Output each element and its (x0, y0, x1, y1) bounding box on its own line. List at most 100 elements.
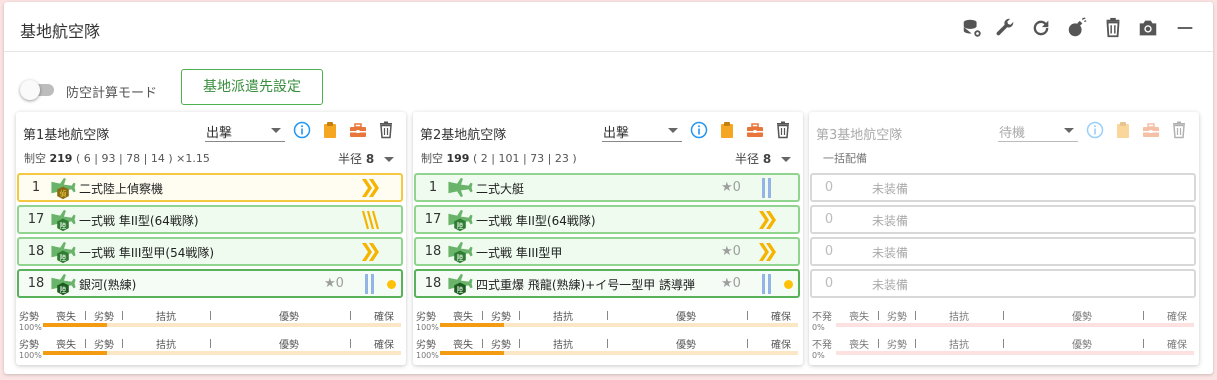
sortie-mode-select[interactable]: 出撃 (205, 120, 285, 142)
equipment-slot[interactable]: 0 未装備 (810, 269, 1196, 298)
equipment-slot[interactable]: 0 未装備 (810, 205, 1196, 234)
trash-icon[interactable] (1170, 121, 1188, 139)
dispatch-settings-button[interactable]: 基地派遣先設定 (181, 69, 323, 105)
slot-count[interactable]: 0 (816, 276, 842, 291)
divider (607, 311, 608, 320)
radius-select[interactable]: 半径 8 (338, 150, 395, 167)
sortie-mode-select[interactable]: 待機 (998, 120, 1078, 142)
slot-count[interactable]: 0 (816, 212, 842, 227)
proficiency-icon[interactable] (360, 177, 380, 199)
improvement-level[interactable]: ★0 (721, 244, 741, 259)
info-icon[interactable] (690, 121, 708, 139)
radius-select[interactable]: 半径 8 (735, 150, 792, 167)
slot-count[interactable]: 18 (23, 244, 49, 259)
sortie-mode-select[interactable]: 出撃 (602, 120, 682, 142)
toolbox-icon[interactable] (1142, 121, 1160, 139)
trash-icon[interactable] (774, 121, 792, 139)
equipment-slot[interactable]: 18 陸 銀河(熟練) ★0 (17, 269, 403, 298)
toolbox-icon[interactable] (349, 121, 367, 139)
divider (482, 311, 483, 320)
clipboard-icon[interactable] (321, 121, 339, 139)
air-base-card-1: 第1基地航空隊 出撃 制空 219 ( 6 | 93 | 78 | 14 ) ×1.… (16, 112, 406, 365)
air-state-track (43, 323, 401, 327)
improvement-level[interactable]: ★0 (324, 276, 344, 291)
proficiency-icon[interactable] (757, 241, 777, 263)
chevron-down-icon (1064, 128, 1074, 133)
air-state-label: 優勢 (279, 340, 299, 351)
air-base-card-3: 第3基地航空隊 待機 一括配備 0 未装備 0 未装備 0 未装備 0 未装備 不発 0% 喪失 劣勢 拮抗優… (809, 112, 1199, 365)
air-state-label: 確保 (771, 312, 791, 323)
bomb-icon[interactable] (1066, 17, 1088, 39)
air-state-label: 拮抗 (553, 312, 573, 323)
air-state-track (43, 351, 401, 355)
slot-count[interactable]: 0 (816, 244, 842, 259)
proficiency-icon[interactable] (360, 241, 380, 263)
divider (747, 339, 748, 348)
toolbox-icon[interactable] (746, 121, 764, 139)
bulk-equip-button[interactable]: 一括配備 (823, 150, 867, 166)
status-dot-icon (387, 280, 396, 289)
aa-mode-label: 防空計算モード (66, 86, 158, 101)
equipment-name[interactable]: 一式戦 隼III型甲(54戦隊) (79, 244, 214, 261)
equipment-slot[interactable]: 0 未装備 (810, 173, 1196, 202)
equipment-slot[interactable]: 18 陸 四式重爆 飛龍(熟練)+イ号一型甲 誘導弾 ★0 (414, 269, 800, 298)
equipment-name[interactable]: 一式戦 隼II型(64戦隊) (79, 212, 199, 229)
trash-icon[interactable] (1102, 17, 1124, 39)
divider (350, 339, 351, 348)
slot-count[interactable]: 17 (23, 212, 49, 227)
equipment-slot[interactable]: 17 陸 一式戦 隼II型(64戦隊) (17, 205, 403, 234)
equipment-slot[interactable]: 1 偵 二式陸上偵察機 (17, 173, 403, 202)
equipment-name[interactable]: 未装備 (872, 180, 908, 197)
proficiency-icon[interactable] (757, 273, 777, 295)
proficiency-icon[interactable] (360, 273, 380, 295)
info-icon[interactable] (1086, 121, 1104, 139)
camera-icon[interactable] (1137, 17, 1159, 39)
equipment-slot[interactable]: 18 陸 一式戦 隼III型甲(54戦隊) (17, 237, 403, 266)
slot-count[interactable]: 17 (420, 212, 446, 227)
equipment-name[interactable]: 二式大艇 (476, 180, 524, 197)
slot-count[interactable]: 18 (420, 276, 446, 291)
air-base-title: 第1基地航空隊 (23, 128, 110, 143)
slot-count[interactable]: 18 (23, 276, 49, 291)
divider (878, 339, 879, 348)
slot-count[interactable]: 0 (816, 180, 842, 195)
equipment-name[interactable]: 一式戦 隼II型(64戦隊) (476, 212, 596, 229)
minimize-icon[interactable] (1174, 17, 1196, 39)
air-state-label: 拮抗 (156, 340, 176, 351)
sortie-mode-value: 出撃 (206, 126, 233, 141)
equipment-slot[interactable]: 0 未装備 (810, 237, 1196, 266)
refresh-icon[interactable] (1030, 17, 1052, 39)
clipboard-icon[interactable] (718, 121, 736, 139)
equipment-name[interactable]: 未装備 (872, 276, 908, 293)
equipment-name[interactable]: 一式戦 隼III型甲 (476, 244, 562, 261)
clipboard-icon[interactable] (1114, 121, 1132, 139)
improvement-level[interactable]: ★0 (721, 276, 741, 291)
trash-icon[interactable] (377, 121, 395, 139)
equipment-slot[interactable]: 18 陸 一式戦 隼III型甲 ★0 (414, 237, 800, 266)
air-state-label: 劣勢 (887, 312, 907, 323)
improvement-level[interactable]: ★0 (721, 180, 741, 195)
slot-count[interactable]: 1 (23, 180, 49, 195)
proficiency-icon[interactable] (757, 209, 777, 231)
air-state-result: 不発 (812, 340, 832, 351)
equipment-slot[interactable]: 17 陸 一式戦 隼II型(64戦隊) (414, 205, 800, 234)
info-icon[interactable] (293, 121, 311, 139)
database-settings-icon[interactable] (961, 17, 983, 39)
slot-count[interactable]: 1 (420, 180, 446, 195)
wrench-icon[interactable] (994, 17, 1016, 39)
divider (747, 311, 748, 320)
aa-mode-toggle[interactable] (20, 80, 56, 100)
equipment-name[interactable]: 二式陸上偵察機 (79, 180, 163, 197)
sortie-mode-value: 待機 (999, 126, 1026, 141)
equipment-slot[interactable]: 1 二式大艇 ★0 (414, 173, 800, 202)
equipment-name[interactable]: 未装備 (872, 212, 908, 229)
air-state-track (440, 323, 798, 327)
equipment-name[interactable]: 未装備 (872, 244, 908, 261)
air-state-percent: 100% (19, 351, 42, 360)
slot-count[interactable]: 18 (420, 244, 446, 259)
proficiency-icon[interactable] (757, 177, 777, 199)
equipment-name[interactable]: 四式重爆 飛龍(熟練)+イ号一型甲 誘導弾 (476, 276, 695, 293)
air-state-bar: 劣勢 100% 喪失 劣勢 拮抗 優勢 確保 (19, 308, 403, 334)
proficiency-icon[interactable] (360, 209, 380, 231)
equipment-name[interactable]: 銀河(熟練) (79, 276, 136, 293)
